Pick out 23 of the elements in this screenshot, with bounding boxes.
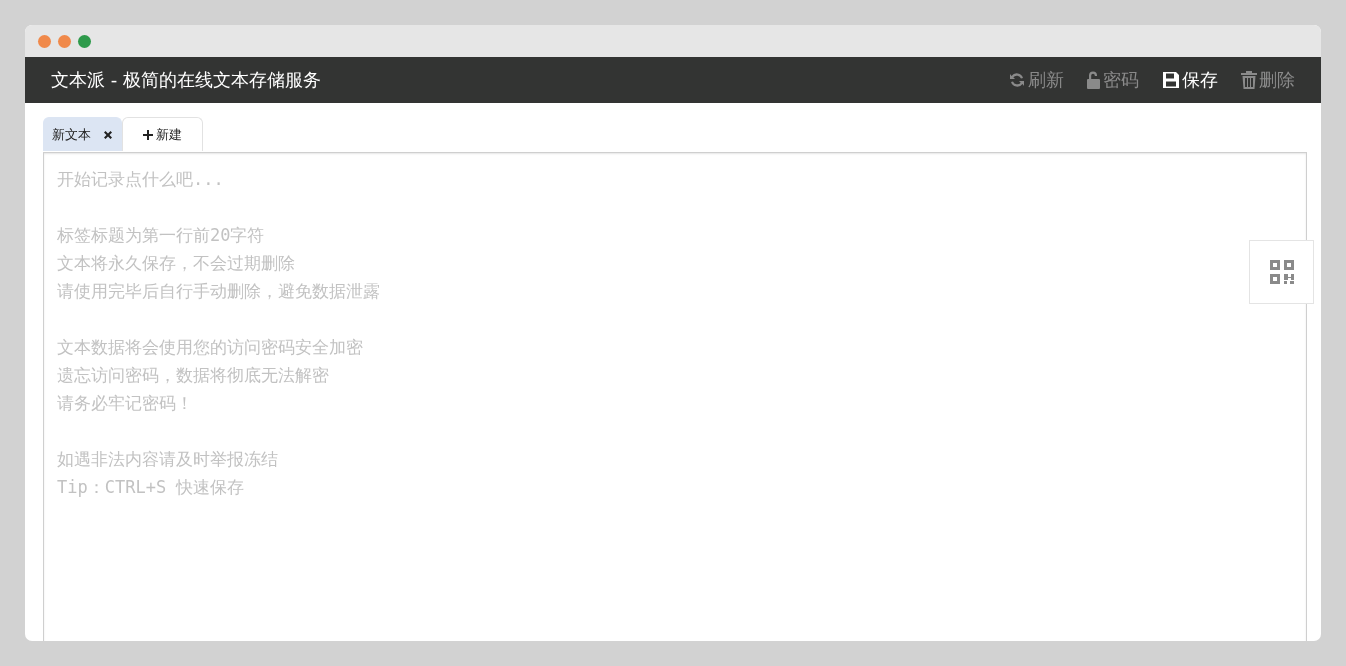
maximize-dot-icon[interactable] [78, 34, 91, 48]
qr-code-icon [1268, 259, 1295, 285]
placeholder-line: 开始记录点什么吧... [57, 168, 224, 191]
plus-icon [143, 129, 153, 140]
placeholder-line: 请使用完毕后自行手动删除，避免数据泄露 [57, 280, 380, 303]
placeholder-line: 文本将永久保存，不会过期删除 [57, 252, 295, 275]
save-button[interactable]: 保存 [1161, 68, 1218, 92]
placeholder-line: 文本数据将会使用您的访问密码安全加密 [57, 336, 363, 359]
trash-icon [1240, 70, 1258, 90]
placeholder-line: 遗忘访问密码，数据将彻底无法解密 [57, 364, 329, 387]
unlocked-padlock-icon [1086, 70, 1102, 90]
placeholder-line: Tip：CTRL+S 快速保存 [57, 476, 245, 499]
close-icon[interactable] [103, 129, 113, 140]
qr-code-button[interactable] [1249, 240, 1314, 304]
minimize-dot-icon[interactable] [58, 34, 71, 48]
placeholder-line: 标签标题为第一行前20字符 [57, 224, 265, 247]
document-tab[interactable]: 新文本 [43, 117, 122, 151]
placeholder-line: 如遇非法内容请及时举报冻结 [57, 448, 278, 471]
refresh-icon [1007, 70, 1027, 90]
placeholder-line: 请务必牢记密码！ [57, 392, 193, 415]
close-dot-icon[interactable] [38, 34, 51, 48]
new-tab-button[interactable]: 新建 [122, 117, 203, 151]
site-title[interactable]: 文本派 - 极简的在线文本存储服务 [51, 68, 321, 92]
